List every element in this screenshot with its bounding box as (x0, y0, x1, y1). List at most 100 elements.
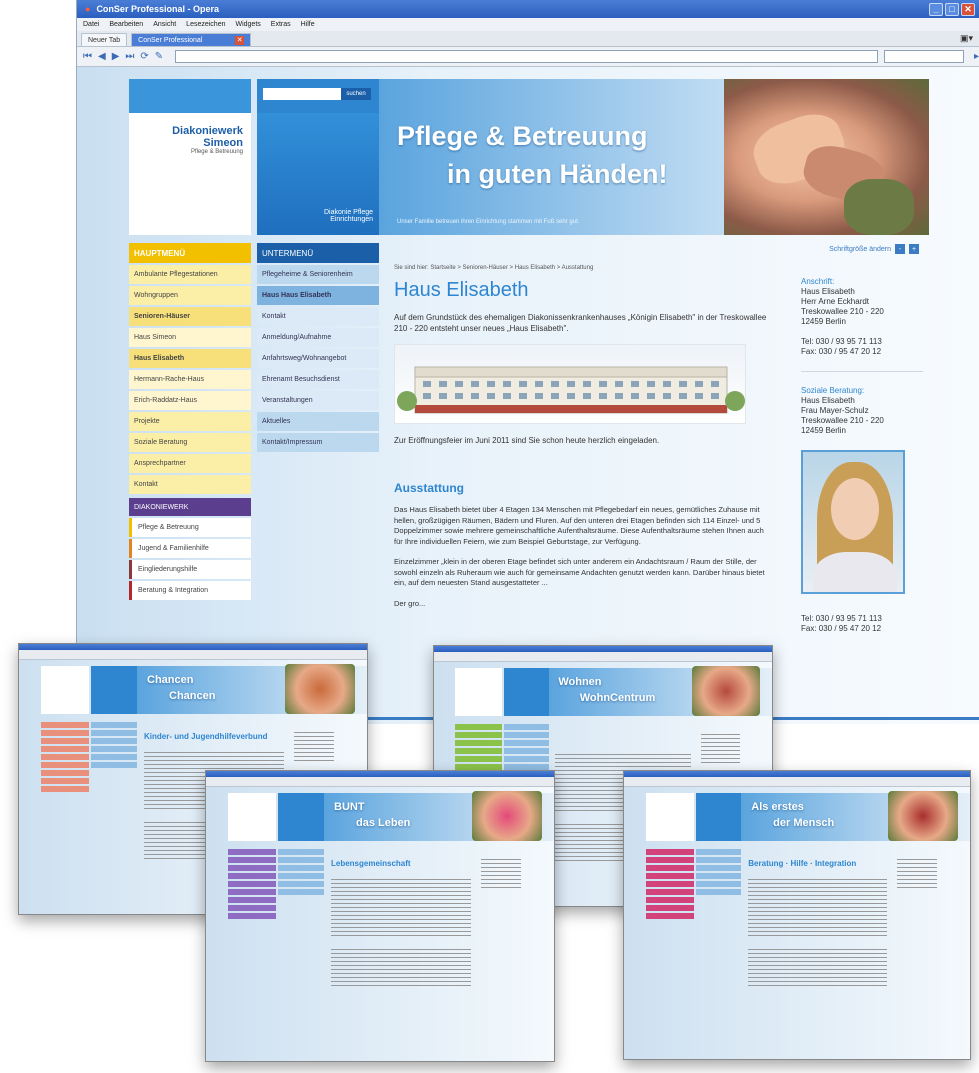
fast-forward-icon[interactable]: ⏭ (125, 51, 134, 62)
header-banner: Pflege & Betreuung in guten Händen! Unse… (379, 79, 929, 235)
thumb-sidebar-text (481, 859, 521, 889)
sub-menu-item[interactable]: Kontakt/Impressum (257, 433, 379, 452)
search-field[interactable] (883, 50, 964, 63)
logo[interactable]: Diakoniewerk Simeon Pflege & Betreuung (129, 113, 251, 235)
sub-menu-item[interactable]: Haus Haus Elisabeth (257, 286, 379, 305)
edit-icon[interactable]: ✎ (155, 51, 163, 62)
address-bar[interactable] (175, 50, 878, 63)
main-menu-item[interactable]: Kontakt (129, 475, 251, 494)
thumb-heading-1: Wohnen (558, 676, 602, 688)
hands-image (724, 79, 929, 235)
menu-hilfe[interactable]: Hilfe (301, 21, 315, 28)
thumb-heading-1: Als erstes (751, 801, 804, 813)
font-increase-button[interactable]: + (909, 244, 919, 254)
menu-bearbeiten[interactable]: Bearbeiten (109, 21, 143, 28)
sub-menu-header: UNTERMENÜ (257, 243, 379, 263)
main-menu-item[interactable]: Projekte (129, 412, 251, 431)
menu-widgets[interactable]: Widgets (235, 21, 260, 28)
sub-menu-item[interactable]: Anfahrtsweg/Wohnangebot (257, 349, 379, 368)
font-size-label: Schriftgröße ändern (829, 245, 891, 253)
menu-ansicht[interactable]: Ansicht (153, 21, 176, 28)
tab-close-icon[interactable]: ✕ (235, 35, 245, 45)
tab-new[interactable]: Neuer Tab (81, 33, 128, 46)
main-menu-item[interactable]: Haus Simeon (129, 328, 251, 347)
intro-text: Auf dem Grundstück des ehemaligen Diakon… (394, 313, 767, 333)
thumb-viewport: BUNT das Leben Lebensgemeinschaft (206, 787, 554, 1061)
close-icon[interactable]: ✕ (961, 2, 975, 16)
thumb-title: Lebensgemeinschaft (331, 859, 411, 868)
sub-menu-item[interactable]: Ehrenamt Besuchsdienst (257, 370, 379, 389)
thumb-text (748, 879, 888, 939)
page-title: Haus Elisabeth (394, 279, 529, 301)
main-menu-item[interactable]: Wohngruppen (129, 286, 251, 305)
sub-menu-item[interactable]: Veranstaltungen (257, 391, 379, 410)
reload-icon[interactable]: ⟳ (140, 51, 148, 62)
menu-lesezeichen[interactable]: Lesezeichen (186, 21, 225, 28)
thumb-title: Kinder- und Jugendhilfeverbund (144, 732, 268, 741)
thumb-viewport: Als erstes der Mensch Beratung · Hilfe ·… (624, 787, 970, 1059)
division-menu-item[interactable]: Pflege & Betreuung (129, 518, 251, 537)
logo-top-strip (129, 79, 251, 113)
main-menu-item[interactable]: Haus Elisabeth (129, 349, 251, 368)
thumb-photo (888, 791, 959, 841)
phone-1: Tel: 030 / 93 95 71 113 (801, 337, 882, 346)
forward-icon[interactable]: ▶ (112, 51, 120, 62)
thumb-menu (645, 849, 694, 919)
thumb-submenu (695, 849, 742, 895)
thumb-text (748, 949, 888, 989)
division-menu-item[interactable]: Jugend & Familienhilfe (129, 539, 251, 558)
logo-line2: Simeon (203, 137, 243, 149)
nav-bar: ⏮ ◀ ▶ ⏭ ⟳ ✎ ▸ (77, 47, 979, 67)
main-menu-item[interactable]: Ansprechpartner (129, 454, 251, 473)
banner-heading-2: in guten Händen! (447, 159, 668, 189)
thumb-heading-1: BUNT (334, 801, 365, 813)
thumb-submenu (278, 849, 324, 895)
address-title: Anschrift: (801, 277, 835, 286)
address-line-4: 12459 Berlin (801, 317, 846, 326)
title-bar: ● ConSer Professional - Opera _ □ ✕ (77, 0, 979, 18)
sub-menu: UNTERMENÜ Pflegeheime & Seniorenheim Haus… (257, 243, 379, 452)
thumb-heading-2: der Mensch (773, 817, 835, 829)
sub-menu-item[interactable]: Pflegeheime & Seniorenheim (257, 265, 379, 284)
thumb-blue-column (695, 793, 742, 841)
website: suchen Diakoniewerk Simeon Pflege & Betr… (129, 79, 929, 719)
contact-sidebar: Anschrift: Haus Elisabeth Herr Arne Eckh… (801, 277, 923, 634)
main-menu-header: HAUPTMENÜ (129, 243, 251, 263)
site-search-button[interactable]: suchen (341, 88, 371, 100)
contact-photo (801, 450, 905, 594)
blue-caption-2: Einrichtungen (330, 216, 373, 223)
back-icon[interactable]: ◀ (98, 51, 106, 62)
minimize-icon[interactable]: _ (929, 2, 943, 16)
sub-menu-item[interactable]: Anmeldung/Aufnahme (257, 328, 379, 347)
thumb-toolbar (19, 650, 367, 660)
blue-caption-1: Diakonie Pflege (323, 209, 373, 216)
sub-menu-item[interactable]: Aktuelles (257, 412, 379, 431)
main-menu-item[interactable]: Ambulante Pflegestationen (129, 265, 251, 284)
rewind-icon[interactable]: ⏮ (83, 51, 92, 62)
thumb-sidebar-text (897, 859, 938, 889)
sub-menu-item[interactable]: Kontakt (257, 307, 379, 326)
main-menu: HAUPTMENÜ Ambulante Pflegestationen Wohng… (129, 243, 251, 600)
thumb-menu (41, 722, 89, 792)
menu-extras[interactable]: Extras (271, 21, 291, 28)
division-menu-item[interactable]: Beratung & Integration (129, 581, 251, 600)
thumb-submenu (91, 722, 137, 768)
main-menu-item[interactable]: Hermann-Rache-Haus (129, 370, 251, 389)
thumb-logo (645, 793, 694, 841)
division-menu-item[interactable]: Eingliederungshilfe (129, 560, 251, 579)
maximize-icon[interactable]: □ (945, 2, 959, 16)
thumb-text (331, 949, 471, 989)
main-menu-item[interactable]: Erich-Raddatz-Haus (129, 391, 251, 410)
menu-datei[interactable]: Datei (83, 21, 99, 28)
tab-menu-icon[interactable]: ▣▾ (960, 33, 973, 44)
main-menu-item[interactable]: Senioren-Häuser (129, 307, 251, 326)
go-icon[interactable]: ▸ (974, 51, 979, 62)
banner-heading-1: Pflege & Betreuung (397, 121, 648, 151)
thumb-text (331, 879, 471, 939)
thumb-title: Beratung · Hilfe · Integration (748, 859, 857, 868)
site-search-input[interactable] (263, 88, 341, 100)
font-decrease-button[interactable]: - (895, 244, 905, 254)
section-title: Ausstattung (394, 481, 464, 495)
main-menu-item[interactable]: Soziale Beratung (129, 433, 251, 452)
tab-conser[interactable]: ConSer Professional ✕ (131, 33, 252, 46)
